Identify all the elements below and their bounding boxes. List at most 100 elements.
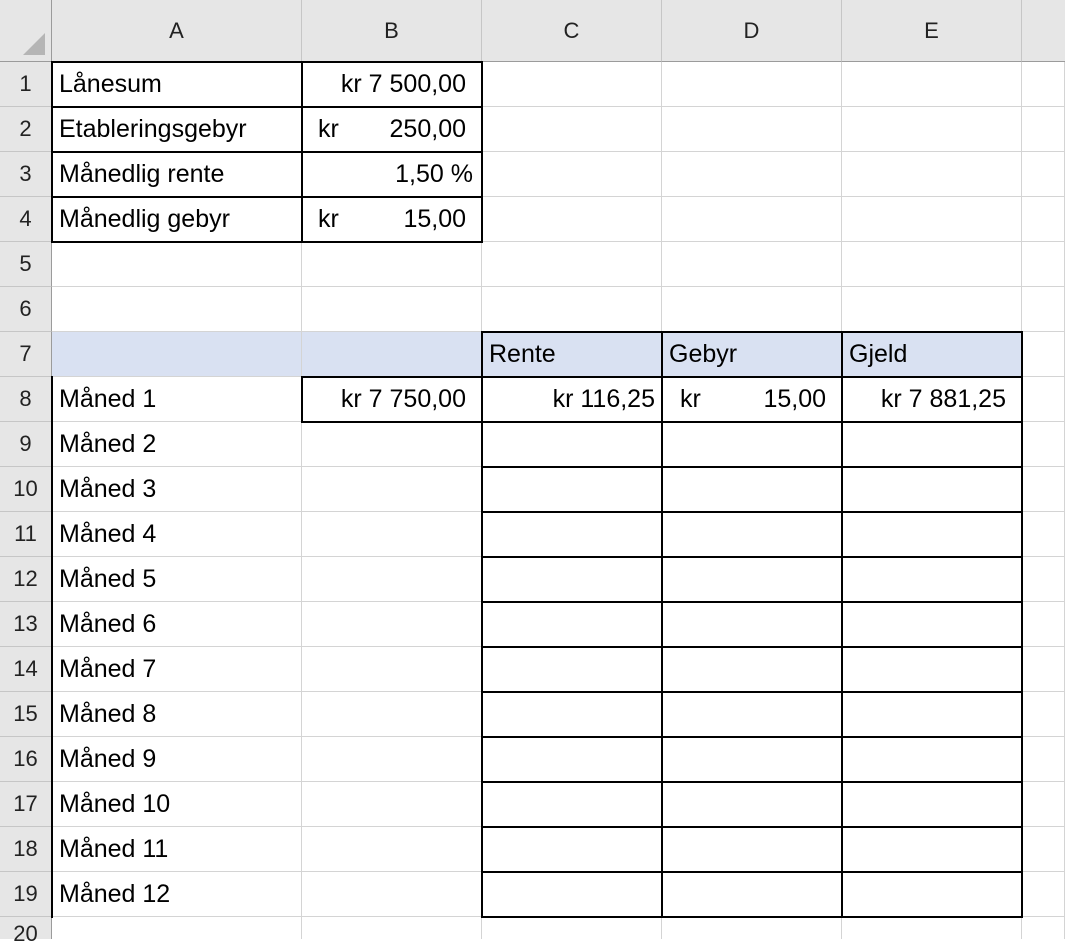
row-header-4[interactable]: 4 bbox=[0, 197, 52, 242]
cell-d20[interactable] bbox=[662, 917, 842, 939]
cell-e18[interactable] bbox=[842, 827, 1022, 872]
cell-a2[interactable]: Etableringsgebyr bbox=[52, 107, 302, 152]
row-header-5[interactable]: 5 bbox=[0, 242, 52, 287]
column-header-b[interactable]: B bbox=[302, 0, 482, 62]
cell-b4[interactable]: kr 15,00 bbox=[302, 197, 482, 242]
row-header-18[interactable]: 18 bbox=[0, 827, 52, 872]
cell-d5[interactable] bbox=[662, 242, 842, 287]
cell-f9[interactable] bbox=[1022, 422, 1065, 467]
cell-f14[interactable] bbox=[1022, 647, 1065, 692]
cell-d13[interactable] bbox=[662, 602, 842, 647]
cell-e19[interactable] bbox=[842, 872, 1022, 917]
cell-f6[interactable] bbox=[1022, 287, 1065, 332]
column-header-a[interactable]: A bbox=[52, 0, 302, 62]
cell-f20[interactable] bbox=[1022, 917, 1065, 939]
cell-c14[interactable] bbox=[482, 647, 662, 692]
cell-b9[interactable] bbox=[302, 422, 482, 467]
cell-b5[interactable] bbox=[302, 242, 482, 287]
row-header-11[interactable]: 11 bbox=[0, 512, 52, 557]
row-header-19[interactable]: 19 bbox=[0, 872, 52, 917]
cell-f8[interactable] bbox=[1022, 377, 1065, 422]
cell-c17[interactable] bbox=[482, 782, 662, 827]
cell-d2[interactable] bbox=[662, 107, 842, 152]
cell-e9[interactable] bbox=[842, 422, 1022, 467]
cell-e3[interactable] bbox=[842, 152, 1022, 197]
row-header-1[interactable]: 1 bbox=[0, 62, 52, 107]
cell-b8[interactable]: kr 7 750,00 bbox=[302, 377, 482, 422]
cell-d12[interactable] bbox=[662, 557, 842, 602]
cell-c11[interactable] bbox=[482, 512, 662, 557]
cell-b12[interactable] bbox=[302, 557, 482, 602]
cell-a16[interactable]: Måned 9 bbox=[52, 737, 302, 782]
cell-b16[interactable] bbox=[302, 737, 482, 782]
cell-f1[interactable] bbox=[1022, 62, 1065, 107]
cell-a13[interactable]: Måned 6 bbox=[52, 602, 302, 647]
cell-a6[interactable] bbox=[52, 287, 302, 332]
cell-d8[interactable]: kr 15,00 bbox=[662, 377, 842, 422]
cell-b14[interactable] bbox=[302, 647, 482, 692]
cell-a8[interactable]: Måned 1 bbox=[52, 377, 302, 422]
cell-a14[interactable]: Måned 7 bbox=[52, 647, 302, 692]
cell-d19[interactable] bbox=[662, 872, 842, 917]
row-header-7[interactable]: 7 bbox=[0, 332, 52, 377]
cell-c16[interactable] bbox=[482, 737, 662, 782]
cell-f17[interactable] bbox=[1022, 782, 1065, 827]
cell-e13[interactable] bbox=[842, 602, 1022, 647]
cell-d7[interactable]: Gebyr bbox=[662, 332, 842, 377]
cell-e20[interactable] bbox=[842, 917, 1022, 939]
cell-f13[interactable] bbox=[1022, 602, 1065, 647]
cell-d16[interactable] bbox=[662, 737, 842, 782]
cell-c6[interactable] bbox=[482, 287, 662, 332]
cell-d1[interactable] bbox=[662, 62, 842, 107]
cell-a17[interactable]: Måned 10 bbox=[52, 782, 302, 827]
cell-f10[interactable] bbox=[1022, 467, 1065, 512]
row-header-3[interactable]: 3 bbox=[0, 152, 52, 197]
cell-b7[interactable] bbox=[302, 332, 482, 377]
cell-a19[interactable]: Måned 12 bbox=[52, 872, 302, 917]
cell-a3[interactable]: Månedlig rente bbox=[52, 152, 302, 197]
cell-c2[interactable] bbox=[482, 107, 662, 152]
cell-e16[interactable] bbox=[842, 737, 1022, 782]
cell-a4[interactable]: Månedlig gebyr bbox=[52, 197, 302, 242]
cell-c9[interactable] bbox=[482, 422, 662, 467]
row-header-12[interactable]: 12 bbox=[0, 557, 52, 602]
row-header-2[interactable]: 2 bbox=[0, 107, 52, 152]
cell-d6[interactable] bbox=[662, 287, 842, 332]
cell-f7[interactable] bbox=[1022, 332, 1065, 377]
cell-f15[interactable] bbox=[1022, 692, 1065, 737]
cell-d10[interactable] bbox=[662, 467, 842, 512]
cell-d18[interactable] bbox=[662, 827, 842, 872]
cell-b15[interactable] bbox=[302, 692, 482, 737]
cell-e17[interactable] bbox=[842, 782, 1022, 827]
cell-e11[interactable] bbox=[842, 512, 1022, 557]
cell-e5[interactable] bbox=[842, 242, 1022, 287]
column-header-d[interactable]: D bbox=[662, 0, 842, 62]
cell-a20[interactable] bbox=[52, 917, 302, 939]
cell-b13[interactable] bbox=[302, 602, 482, 647]
cell-e7[interactable]: Gjeld bbox=[842, 332, 1022, 377]
row-header-10[interactable]: 10 bbox=[0, 467, 52, 512]
cell-e6[interactable] bbox=[842, 287, 1022, 332]
cell-e14[interactable] bbox=[842, 647, 1022, 692]
cell-d15[interactable] bbox=[662, 692, 842, 737]
cell-a15[interactable]: Måned 8 bbox=[52, 692, 302, 737]
row-header-14[interactable]: 14 bbox=[0, 647, 52, 692]
row-header-20[interactable]: 20 bbox=[0, 917, 52, 946]
cell-a12[interactable]: Måned 5 bbox=[52, 557, 302, 602]
cell-f19[interactable] bbox=[1022, 872, 1065, 917]
cell-a1[interactable]: Lånesum bbox=[52, 62, 302, 107]
cell-c15[interactable] bbox=[482, 692, 662, 737]
cell-c18[interactable] bbox=[482, 827, 662, 872]
cell-e1[interactable] bbox=[842, 62, 1022, 107]
cell-c13[interactable] bbox=[482, 602, 662, 647]
cell-a10[interactable]: Måned 3 bbox=[52, 467, 302, 512]
cell-c3[interactable] bbox=[482, 152, 662, 197]
cell-c10[interactable] bbox=[482, 467, 662, 512]
cell-d3[interactable] bbox=[662, 152, 842, 197]
cell-f2[interactable] bbox=[1022, 107, 1065, 152]
column-header-c[interactable]: C bbox=[482, 0, 662, 62]
cell-d4[interactable] bbox=[662, 197, 842, 242]
cell-d9[interactable] bbox=[662, 422, 842, 467]
cell-b6[interactable] bbox=[302, 287, 482, 332]
cell-f4[interactable] bbox=[1022, 197, 1065, 242]
